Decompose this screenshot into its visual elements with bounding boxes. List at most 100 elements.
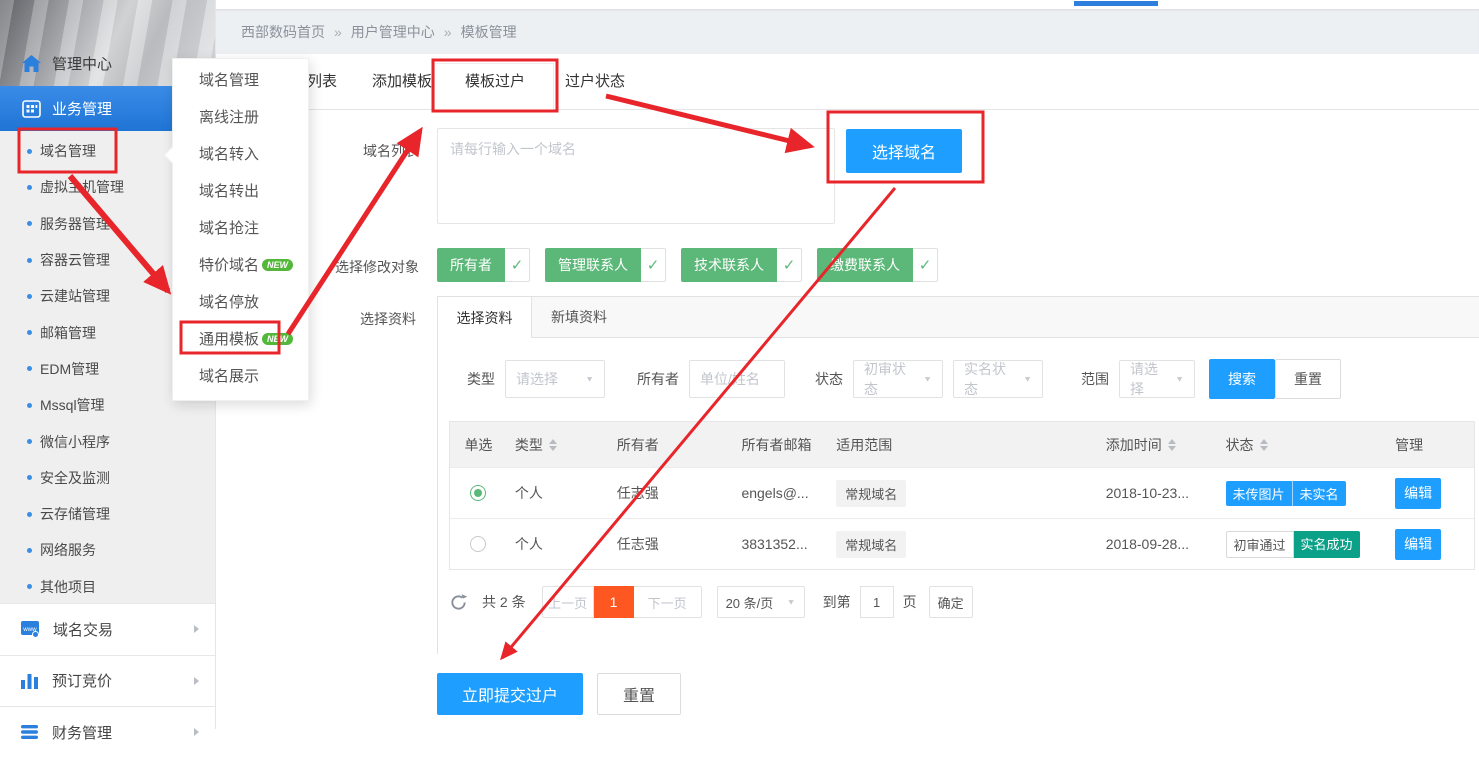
sort-icon[interactable] xyxy=(549,439,557,451)
filter-reset-button[interactable]: 重置 xyxy=(1275,359,1341,399)
select-domain-button[interactable]: 选择域名 xyxy=(846,129,962,173)
breadcrumb-separator-icon: » xyxy=(334,24,342,40)
flyout-item-special-price[interactable]: 特价域名NEW xyxy=(173,246,308,283)
bullet-icon xyxy=(27,330,32,335)
sidebar-item-home[interactable]: 管理中心 xyxy=(22,53,112,74)
sort-icon[interactable] xyxy=(1260,439,1268,451)
type-select[interactable]: 请选择 ▼ xyxy=(505,360,605,398)
new-badge: NEW xyxy=(262,333,293,345)
col-status[interactable]: 状态 xyxy=(1226,435,1396,455)
realname-status-select[interactable]: 实名状态 ▼ xyxy=(953,360,1043,398)
bullet-icon xyxy=(27,512,32,517)
edit-button[interactable]: 编辑 xyxy=(1395,478,1441,509)
pagination: 共 2 条 上一页 1 下一页 20 条/页 ▼ 到第 页 确定 xyxy=(449,586,1479,618)
sidebar-item-wechat[interactable]: 微信小程序 xyxy=(0,423,215,459)
next-page-button[interactable]: 下一页 xyxy=(634,586,702,618)
flyout-item-common-template[interactable]: 通用模板NEW xyxy=(173,320,308,357)
col-owner: 所有者 xyxy=(607,435,742,455)
domain-flyout-menu: 域名管理 离线注册 域名转入 域名转出 域名抢注 特价域名NEW 域名停放 通用… xyxy=(172,58,309,401)
bullet-icon xyxy=(27,149,32,154)
status-badge: 未传图片 xyxy=(1226,481,1293,506)
scope-tag: 常规域名 xyxy=(836,480,906,507)
bullet-icon xyxy=(27,403,32,408)
flyout-item-transfer-in[interactable]: 域名转入 xyxy=(173,135,308,172)
tab-select-profile[interactable]: 选择资料 xyxy=(438,297,532,338)
goto-label: 到第 xyxy=(823,592,851,612)
new-badge: NEW xyxy=(262,259,293,271)
range-select[interactable]: 请选择 ▼ xyxy=(1119,360,1195,398)
chevron-down-icon: ▼ xyxy=(585,375,594,384)
sidebar-business-label: 业务管理 xyxy=(52,98,112,119)
tab-new-profile[interactable]: 新填资料 xyxy=(532,297,626,337)
sidebar-item-finance[interactable]: 财务管理 xyxy=(0,706,215,758)
table-header-row: 单选 类型 所有者 所有者邮箱 适用范围 添加时间 状态 管理 xyxy=(450,422,1474,467)
submit-transfer-button[interactable]: 立即提交过户 xyxy=(437,673,583,715)
bullet-icon xyxy=(27,366,32,371)
profile-tabs: 选择资料 新填资料 xyxy=(438,297,1479,338)
col-type[interactable]: 类型 xyxy=(507,435,607,455)
breadcrumb: 西部数码首页 » 用户管理中心 » 模板管理 xyxy=(216,9,1479,54)
col-date[interactable]: 添加时间 xyxy=(1106,435,1226,455)
bullet-icon xyxy=(27,258,32,263)
filter-bar: 类型 请选择 ▼ 所有者 状态 初审状态 ▼ 实名状态 ▼ 范围 请选择 ▼ 搜… xyxy=(467,359,1479,399)
tab-add-template[interactable]: 添加模板 xyxy=(372,54,432,110)
toggle-billing-contact[interactable]: 缴费联系人 ✓ xyxy=(817,248,938,282)
status-badge: 初审通过 xyxy=(1226,531,1294,558)
tab-template-transfer[interactable]: 模板过户 xyxy=(465,54,525,110)
sidebar-item-cloudstorage[interactable]: 云存储管理 xyxy=(0,496,215,532)
sort-icon[interactable] xyxy=(1168,439,1176,451)
modify-target-label: 选择修改对象 xyxy=(335,257,419,277)
tab-transfer-status[interactable]: 过户状态 xyxy=(565,54,625,110)
owner-label: 所有者 xyxy=(637,369,679,389)
bullet-icon xyxy=(27,548,32,553)
sidebar-item-auction[interactable]: 预订竞价 xyxy=(0,655,215,707)
toggle-admin-contact[interactable]: 管理联系人 ✓ xyxy=(545,248,666,282)
status-badge: 实名成功 xyxy=(1294,531,1360,558)
edit-button[interactable]: 编辑 xyxy=(1395,529,1441,560)
current-page-button[interactable]: 1 xyxy=(594,586,634,618)
chevron-down-icon: ▼ xyxy=(1175,375,1184,384)
tab-list[interactable]: 列表 xyxy=(307,54,337,110)
flyout-item-parking[interactable]: 域名停放 xyxy=(173,283,308,320)
domain-list-textarea[interactable] xyxy=(437,128,835,224)
status-badge: 未实名 xyxy=(1293,481,1346,506)
chevron-right-icon xyxy=(194,728,199,736)
flyout-item-backorder[interactable]: 域名抢注 xyxy=(173,209,308,246)
confirm-page-button[interactable]: 确定 xyxy=(929,586,973,618)
sidebar-item-other[interactable]: 其他项目 xyxy=(0,569,215,605)
breadcrumb-home[interactable]: 西部数码首页 xyxy=(241,22,325,42)
check-icon: ✓ xyxy=(641,248,666,282)
check-icon: ✓ xyxy=(777,248,802,282)
radio-unselected[interactable] xyxy=(470,536,486,552)
page-size-select[interactable]: 20 条/页 ▼ xyxy=(717,586,805,618)
top-nav-active-indicator xyxy=(1074,1,1158,6)
flyout-item-offline-reg[interactable]: 离线注册 xyxy=(173,98,308,135)
toggle-tech-contact[interactable]: 技术联系人 ✓ xyxy=(681,248,802,282)
col-scope: 适用范围 xyxy=(836,435,1105,455)
sidebar-item-security[interactable]: 安全及监测 xyxy=(0,460,215,496)
chevron-down-icon: ▼ xyxy=(1023,375,1032,384)
bullet-icon xyxy=(27,221,32,226)
flyout-item-domain-mgmt[interactable]: 域名管理 xyxy=(173,61,308,98)
domain-list-label: 域名列表 xyxy=(363,141,419,161)
flyout-item-domain-display[interactable]: 域名展示 xyxy=(173,357,308,394)
search-button[interactable]: 搜索 xyxy=(1209,359,1275,399)
sidebar-item-network[interactable]: 网络服务 xyxy=(0,532,215,568)
profile-panel: 选择资料 新填资料 类型 请选择 ▼ 所有者 状态 初审状态 ▼ 实名状态 ▼ … xyxy=(437,296,1479,654)
sidebar-item-domain-trade[interactable]: www 域名交易 xyxy=(0,603,215,655)
refresh-icon[interactable] xyxy=(449,593,468,612)
radio-selected[interactable] xyxy=(470,485,486,501)
sidebar-home-label: 管理中心 xyxy=(52,53,112,74)
table-row: 个人 任志强 3831352... 常规域名 2018-09-28... 初审通… xyxy=(450,518,1474,569)
breadcrumb-user-center[interactable]: 用户管理中心 xyxy=(351,22,435,42)
prev-page-button[interactable]: 上一页 xyxy=(542,586,594,618)
template-table: 单选 类型 所有者 所有者邮箱 适用范围 添加时间 状态 管理 个人 任志强 e… xyxy=(449,421,1475,570)
owner-input[interactable] xyxy=(700,371,774,387)
bullet-icon xyxy=(27,439,32,444)
form-reset-button[interactable]: 重置 xyxy=(597,673,681,715)
coins-stack-icon xyxy=(20,724,39,740)
toggle-owner[interactable]: 所有者 ✓ xyxy=(437,248,530,282)
flyout-item-transfer-out[interactable]: 域名转出 xyxy=(173,172,308,209)
goto-page-input[interactable] xyxy=(860,586,894,618)
audit-status-select[interactable]: 初审状态 ▼ xyxy=(853,360,943,398)
